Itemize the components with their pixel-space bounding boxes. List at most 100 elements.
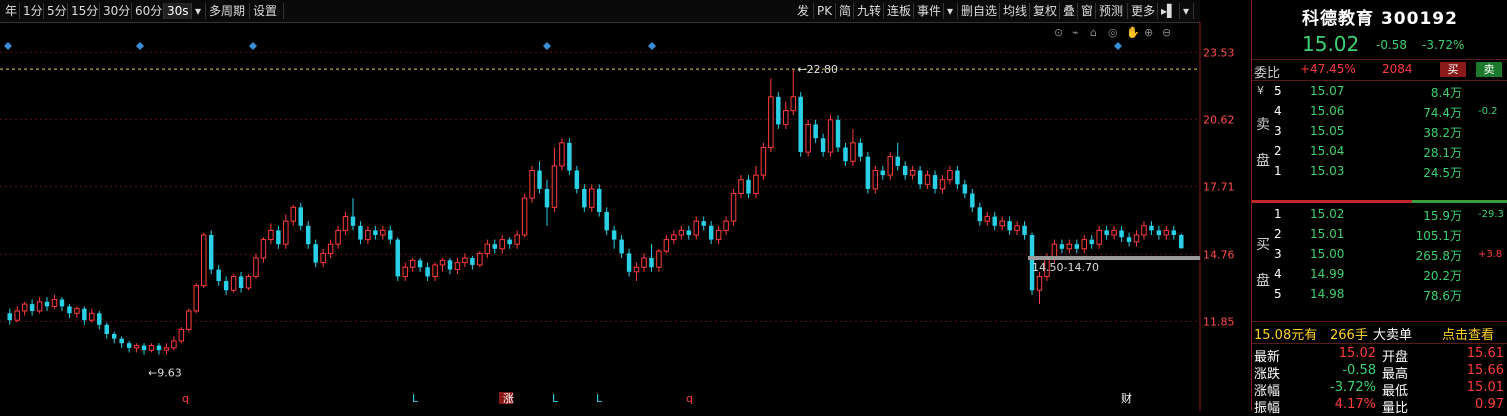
toolbar-right-5[interactable]: 事件 — [914, 3, 944, 19]
bids-level: 2 — [1274, 227, 1282, 241]
candle-body-down — [895, 156, 900, 166]
quote-panel: 科德教育 300192 15.02 -0.58 -3.72% 委比 +47.45… — [1251, 0, 1507, 416]
big-order-link[interactable]: 点击查看 — [1442, 324, 1494, 343]
candle-body-up — [723, 220, 729, 231]
toolbar-left-5[interactable]: 60分 — [132, 3, 164, 19]
candle-body-up — [939, 179, 946, 190]
bids-row[interactable]: 5 14.98 78.6万 — [1252, 284, 1507, 304]
bids-row[interactable]: 3 15.00 265.8万 +3.8 — [1252, 244, 1507, 264]
candle-body-down — [776, 96, 781, 125]
toolbar-left-8[interactable]: 多周期 — [206, 3, 250, 19]
asks-row[interactable]: 3 15.05 38.2万 — [1252, 121, 1507, 141]
candle-body-up — [1051, 243, 1058, 259]
price-axis-label: 17.71 — [1203, 180, 1235, 193]
candle-body-up — [790, 96, 796, 112]
asks-row[interactable]: 4 15.06 74.4万 -0.2 — [1252, 101, 1507, 121]
candle-body-down — [649, 258, 654, 268]
price-change: -0.58 — [1376, 38, 1408, 52]
event-marker[interactable]: L — [412, 392, 419, 405]
event-diamond-icon[interactable] — [1114, 42, 1122, 50]
candle-body-down — [858, 142, 863, 157]
event-marker[interactable]: q — [686, 392, 693, 405]
event-marker[interactable]: q — [182, 392, 189, 405]
toolbar-right-9[interactable]: 复权 — [1030, 3, 1060, 19]
toolbar-right-7[interactable]: 删自选 — [958, 3, 1000, 19]
toolbar-left-3[interactable]: 15分 — [68, 3, 100, 19]
event-marker[interactable]: 财 — [1121, 391, 1132, 405]
event-diamond-icon[interactable] — [4, 42, 12, 50]
big-order-row[interactable]: 15.08元有 266手 大卖单 点击查看 — [1252, 324, 1507, 343]
stat-row: 最新 15.02 开盘 15.61 — [1252, 346, 1507, 365]
event-diamond-icon[interactable] — [543, 42, 551, 50]
chart-tool-icon-6[interactable]: ⊖ — [1162, 26, 1171, 39]
big-order-label: 大卖单 — [1373, 328, 1413, 343]
candle-body-down — [1089, 239, 1094, 245]
chart-tool-icon-4[interactable]: ✋ — [1126, 26, 1140, 39]
asks-row[interactable]: 5 15.07 8.4万 — [1252, 81, 1507, 101]
toolbar-right-13[interactable]: 更多 — [1128, 3, 1158, 19]
candle-body-up — [589, 188, 595, 208]
price-axis-label: 11.85 — [1203, 315, 1235, 328]
candle-body-up — [14, 310, 20, 321]
toolbar-left-7[interactable]: ▾ — [192, 3, 206, 19]
chart-tool-icon-0[interactable]: ⊙ — [1054, 26, 1063, 39]
toolbar-left-6[interactable]: 30s — [164, 3, 192, 19]
bids-volume: 105.1万 — [1415, 229, 1462, 243]
event-marker[interactable]: L — [596, 392, 603, 405]
candle-body-up — [678, 229, 685, 236]
toolbar-right-6[interactable]: ▾ — [944, 3, 958, 19]
event-marker[interactable]: 涨 — [503, 392, 514, 405]
bids-row[interactable]: 4 14.99 20.2万 — [1252, 264, 1507, 284]
candle-body-up — [633, 266, 640, 273]
asks-row[interactable]: 2 15.04 28.1万 — [1252, 141, 1507, 161]
candle-body-up — [1141, 225, 1147, 236]
bids-volume: 20.2万 — [1423, 269, 1462, 283]
toolbar-left-2[interactable]: 5分 — [44, 3, 68, 19]
toolbar-right-10[interactable]: 叠 — [1060, 3, 1078, 19]
candle-body-up — [201, 234, 207, 287]
toolbar-left-4[interactable]: 30分 — [100, 3, 132, 19]
asks-level: 1 — [1274, 164, 1282, 178]
sell-button[interactable]: 卖 — [1476, 62, 1502, 77]
buy-button[interactable]: 买 — [1440, 62, 1466, 77]
toolbar-left-0[interactable]: 年 — [2, 3, 20, 19]
toolbar-left-1[interactable]: 1分 — [20, 3, 44, 19]
toolbar-right-8[interactable]: 均线 — [1000, 3, 1030, 19]
toolbar-right-4[interactable]: 连板 — [884, 3, 914, 19]
chart-tool-icon-1[interactable]: ⌁ — [1072, 26, 1079, 39]
candle-body-up — [454, 262, 461, 271]
candle-body-down — [582, 188, 587, 208]
candle-body-up — [1133, 234, 1140, 243]
candle-body-down — [276, 230, 281, 245]
stat-v2: 15.66 — [1466, 363, 1504, 378]
bids-row[interactable]: 1 15.02 15.9万 -29.3 — [1252, 204, 1507, 224]
event-diamond-icon[interactable] — [136, 42, 144, 50]
event-diamond-icon[interactable] — [249, 42, 257, 50]
asks-level: 5 — [1274, 84, 1282, 98]
bids-row[interactable]: 2 15.01 105.1万 — [1252, 224, 1507, 244]
chart-tool-icon-2[interactable]: ⌂ — [1090, 26, 1097, 39]
toolbar-right-2[interactable]: 简 — [836, 3, 854, 19]
candle-body-down — [596, 188, 602, 212]
chart-tool-icon-5[interactable]: ⊕ — [1144, 26, 1153, 39]
toolbar-right-15[interactable]: ▾ — [1180, 3, 1194, 19]
toolbar-right-0[interactable]: 发 — [794, 3, 814, 19]
toolbar-right-11[interactable]: 窗 — [1078, 3, 1096, 19]
toolbar-right-1[interactable]: PK — [814, 3, 836, 19]
event-diamond-icon[interactable] — [648, 42, 656, 50]
toolbar-right-3[interactable]: 九转 — [854, 3, 884, 19]
low-annotation: ←9.63 — [148, 366, 182, 379]
candle-body-up — [268, 229, 274, 241]
candle-body-down — [902, 165, 908, 176]
toolbar-left-9[interactable]: 设置 — [250, 3, 284, 19]
kline-svg[interactable]: 23.53 20.62 17.71 14.76 11.85 ←22.80 ←9.63 14.5… — [0, 22, 1250, 411]
toolbar-right-12[interactable]: 预测 — [1096, 3, 1128, 19]
kline-chart[interactable]: 23.53 20.62 17.71 14.76 11.85 ←22.80 ←9.63 14.5… — [0, 22, 1250, 411]
chart-tool-icon-3[interactable]: ◎ — [1108, 26, 1118, 39]
stat-v1: 15.02 — [1338, 346, 1376, 361]
asks-row[interactable]: 1 15.03 24.5万 — [1252, 161, 1507, 181]
stat-v2: 15.61 — [1466, 346, 1504, 361]
candle-body-up — [365, 229, 371, 241]
toolbar-right-14[interactable]: ▸▌ — [1158, 3, 1180, 19]
event-marker[interactable]: L — [552, 392, 559, 405]
